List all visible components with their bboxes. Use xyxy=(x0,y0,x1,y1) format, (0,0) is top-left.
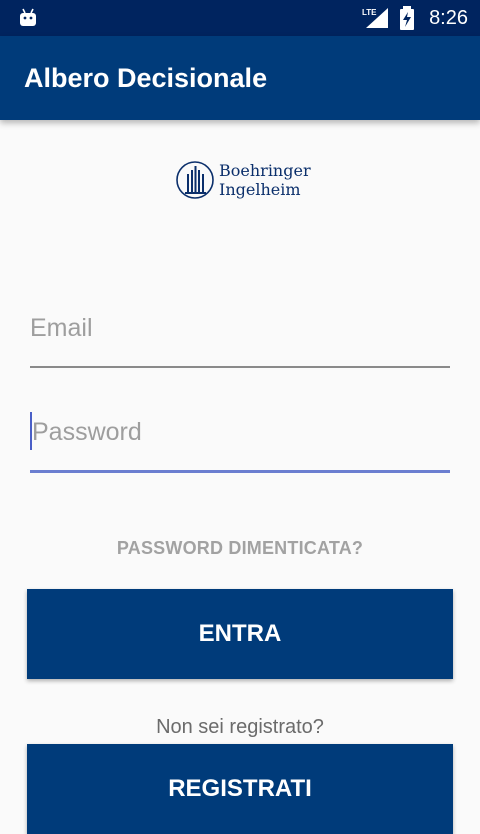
logo-line-2: Ingelheim xyxy=(219,180,301,199)
battery-charging-icon xyxy=(400,6,414,30)
lte-label: LTE xyxy=(362,8,377,17)
lte-signal-icon: LTE xyxy=(362,8,388,28)
status-bar: LTE 8:26 xyxy=(0,0,480,36)
text-cursor xyxy=(30,412,32,450)
login-button[interactable]: ENTRA xyxy=(27,589,453,679)
email-field-container xyxy=(30,308,450,368)
password-field-container xyxy=(30,412,452,473)
app-title: Albero Decisionale xyxy=(24,63,268,93)
boehringer-ingelheim-logo: Boehringer Ingelheim xyxy=(175,160,315,202)
not-registered-text: Non sei registrato? xyxy=(156,716,324,738)
status-clock: 8:26 xyxy=(429,7,468,29)
logo-line-1: Boehringer xyxy=(219,161,311,180)
app-bar: Albero Decisionale xyxy=(0,36,480,120)
forgot-password-link[interactable]: PASSWORD DIMENTICATA? xyxy=(0,538,480,559)
android-icon xyxy=(20,8,36,26)
logo-wordmark: Boehringer Ingelheim xyxy=(219,161,311,199)
password-field[interactable] xyxy=(30,412,452,452)
email-field[interactable] xyxy=(30,308,450,348)
company-logo-icon xyxy=(176,161,214,199)
register-button[interactable]: REGISTRATI xyxy=(27,744,453,834)
